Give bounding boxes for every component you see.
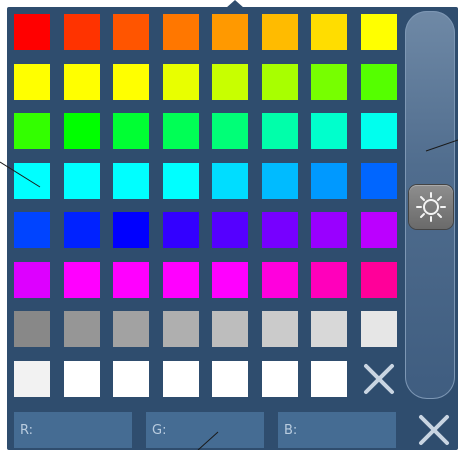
- color-swatch[interactable]: [311, 163, 347, 199]
- color-swatch[interactable]: [212, 212, 248, 248]
- color-swatch[interactable]: [212, 361, 248, 397]
- color-swatch[interactable]: [311, 361, 347, 397]
- color-swatch[interactable]: [163, 311, 199, 347]
- color-swatch[interactable]: [212, 163, 248, 199]
- color-swatch[interactable]: [262, 163, 298, 199]
- red-field-label: R:: [20, 422, 34, 438]
- color-swatch[interactable]: [262, 311, 298, 347]
- color-swatch[interactable]: [163, 163, 199, 199]
- color-swatch[interactable]: [361, 163, 397, 199]
- color-swatch[interactable]: [64, 311, 100, 347]
- color-swatch[interactable]: [163, 113, 199, 149]
- color-swatch[interactable]: [64, 262, 100, 298]
- color-swatch[interactable]: [262, 361, 298, 397]
- red-value-field[interactable]: R:: [14, 412, 132, 448]
- color-swatch[interactable]: [361, 262, 397, 298]
- color-swatch[interactable]: [113, 262, 149, 298]
- color-swatch[interactable]: [113, 14, 149, 50]
- green-field-label: G:: [152, 422, 167, 438]
- color-swatch[interactable]: [64, 14, 100, 50]
- color-swatch[interactable]: [361, 311, 397, 347]
- color-swatch[interactable]: [163, 14, 199, 50]
- clear-color-button[interactable]: [361, 361, 397, 397]
- color-swatch[interactable]: [14, 311, 50, 347]
- color-swatch[interactable]: [163, 361, 199, 397]
- green-value-field[interactable]: G:: [146, 412, 264, 448]
- color-swatch[interactable]: [163, 212, 199, 248]
- color-swatch[interactable]: [311, 311, 347, 347]
- color-swatch[interactable]: [311, 262, 347, 298]
- color-swatch[interactable]: [311, 212, 347, 248]
- color-swatch[interactable]: [113, 64, 149, 100]
- color-swatch[interactable]: [14, 163, 50, 199]
- blue-value-field[interactable]: B:: [278, 412, 396, 448]
- color-swatch[interactable]: [14, 113, 50, 149]
- color-swatch[interactable]: [262, 64, 298, 100]
- popover-arrow: [226, 0, 244, 8]
- color-swatch[interactable]: [14, 262, 50, 298]
- color-swatch[interactable]: [14, 212, 50, 248]
- color-swatch[interactable]: [262, 14, 298, 50]
- color-swatch[interactable]: [14, 361, 50, 397]
- color-swatch[interactable]: [113, 212, 149, 248]
- color-swatch[interactable]: [212, 262, 248, 298]
- color-swatch[interactable]: [64, 64, 100, 100]
- color-swatch[interactable]: [361, 14, 397, 50]
- blue-field-label: B:: [284, 422, 298, 438]
- color-swatch[interactable]: [262, 113, 298, 149]
- color-swatch[interactable]: [361, 113, 397, 149]
- color-swatch[interactable]: [64, 212, 100, 248]
- close-picker-button[interactable]: [416, 412, 452, 448]
- color-swatch[interactable]: [64, 163, 100, 199]
- color-swatch[interactable]: [64, 113, 100, 149]
- color-swatch[interactable]: [212, 311, 248, 347]
- color-swatch[interactable]: [64, 361, 100, 397]
- sun-icon: [416, 192, 446, 222]
- color-swatch[interactable]: [311, 113, 347, 149]
- close-icon: [364, 364, 394, 394]
- color-swatch[interactable]: [311, 14, 347, 50]
- color-swatch[interactable]: [113, 163, 149, 199]
- color-swatch[interactable]: [163, 64, 199, 100]
- brightness-slider-thumb[interactable]: [409, 185, 453, 229]
- color-swatch[interactable]: [113, 113, 149, 149]
- color-swatch[interactable]: [212, 113, 248, 149]
- color-swatch[interactable]: [212, 14, 248, 50]
- color-swatch[interactable]: [262, 212, 298, 248]
- color-swatch[interactable]: [311, 64, 347, 100]
- color-swatch[interactable]: [212, 64, 248, 100]
- color-swatch[interactable]: [262, 262, 298, 298]
- color-swatch[interactable]: [14, 14, 50, 50]
- color-swatch[interactable]: [361, 64, 397, 100]
- close-icon: [419, 415, 449, 445]
- color-swatch[interactable]: [361, 212, 397, 248]
- color-swatch[interactable]: [113, 361, 149, 397]
- color-swatch[interactable]: [163, 262, 199, 298]
- color-swatch[interactable]: [113, 311, 149, 347]
- color-swatch[interactable]: [14, 64, 50, 100]
